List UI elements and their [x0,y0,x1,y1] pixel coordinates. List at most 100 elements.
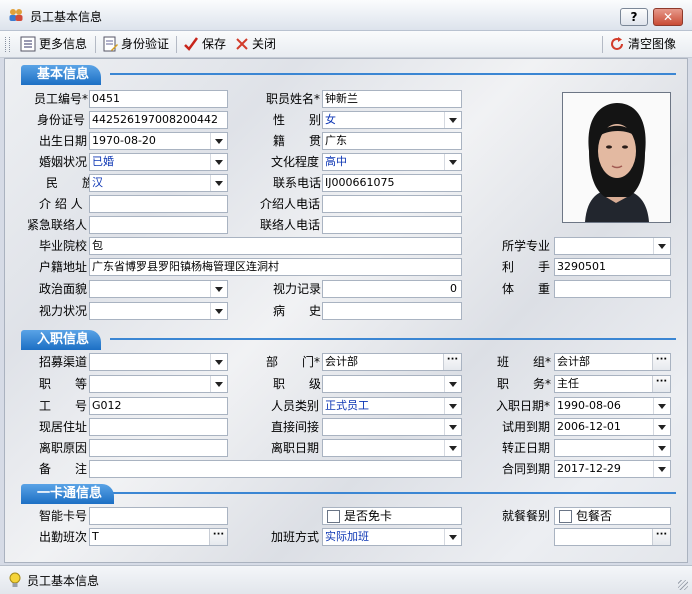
help-button[interactable]: ? [620,8,648,26]
school-field[interactable]: 包 [89,237,462,255]
chevron-down-icon[interactable] [444,440,461,456]
status-text: 员工基本信息 [27,574,100,588]
name-field[interactable]: 钟新兰 [322,90,462,108]
vision-status-select[interactable] [89,302,228,320]
position-field[interactable]: 主任 ··· [554,375,671,393]
chevron-down-icon[interactable] [444,154,461,170]
close-window-button[interactable]: ✕ [653,8,683,26]
birth-date-picker[interactable]: 1970-08-20 [89,132,228,150]
card-no-label: 智能卡号 [39,509,88,523]
browse-button[interactable]: ··· [652,376,670,392]
leave-reason-field[interactable] [89,439,228,457]
weight-field[interactable] [554,280,671,298]
close-button[interactable]: 关闭 [235,35,276,53]
browse-button[interactable]: ··· [652,354,670,370]
grade-select[interactable] [89,375,228,393]
meal-type-field[interactable]: ··· [554,528,671,546]
browse-button[interactable]: ··· [209,529,227,545]
probation-end-value: 2006-12-01 [557,420,621,433]
chevron-down-icon[interactable] [444,112,461,128]
refresh-icon [611,37,623,50]
work-no-field[interactable]: G012 [89,397,228,415]
phone-field[interactable]: IJ000661075 [322,174,462,192]
chevron-down-icon[interactable] [210,354,227,370]
chevron-down-icon[interactable] [210,376,227,392]
emergency-phone-label: 联络人电话 [260,218,321,232]
regular-date-picker[interactable] [554,439,671,457]
channel-select[interactable] [89,353,228,371]
marital-label: 婚姻状况 [39,155,88,169]
remark-field[interactable] [89,460,462,478]
native-field[interactable]: 广东 [322,132,462,150]
contract-end-picker[interactable]: 2017-12-29 [554,460,671,478]
chevron-down-icon[interactable] [653,398,670,414]
ethnic-value: 汉 [92,176,103,189]
staff-type-value: 正式员工 [325,399,369,412]
section-entry-tab: 入职信息 [21,330,102,350]
card-no-field[interactable] [89,507,228,525]
employee-photo[interactable] [562,92,671,223]
education-select[interactable]: 高中 [322,153,462,171]
browse-button[interactable]: ··· [443,354,461,370]
ethnic-select[interactable]: 汉 [89,174,228,192]
dept-label: 部 门* [266,355,321,369]
id-no-field[interactable]: 442526197008200442 [89,111,228,129]
chevron-down-icon[interactable] [210,133,227,149]
toolbar-separator [95,36,96,53]
toolbar: 更多信息 身份验证 保存 关闭 清空图像 [0,31,692,58]
overtime-select[interactable]: 实际加班 [322,528,462,546]
shift-field[interactable]: T ··· [89,528,228,546]
dept-field[interactable]: 会计部 ··· [322,353,462,371]
chevron-down-icon[interactable] [653,461,670,477]
exempt-checkbox[interactable] [327,510,340,523]
clear-image-button[interactable]: 清空图像 [609,35,676,53]
leave-date-picker[interactable] [322,439,462,457]
contract-end-label: 合同到期 [502,462,551,476]
introducer-field[interactable] [89,195,228,213]
chevron-down-icon[interactable] [653,419,670,435]
vision-record-field[interactable]: 0 [322,280,462,298]
chevron-down-icon[interactable] [210,281,227,297]
id-verify-label: 身份验证 [121,37,170,51]
team-field[interactable]: 会计部 ··· [554,353,671,371]
chevron-down-icon[interactable] [210,154,227,170]
toolbar-separator [602,36,603,53]
address-field[interactable] [89,418,228,436]
chevron-down-icon[interactable] [444,398,461,414]
direct-select[interactable] [322,418,462,436]
introducer-label: 介 绍 人 [39,197,83,211]
chevron-down-icon[interactable] [210,303,227,319]
resize-grip-icon[interactable] [678,580,688,590]
clear-image-label: 清空图像 [628,37,677,51]
medical-field[interactable] [322,302,462,320]
lightbulb-icon [9,572,21,587]
staff-type-select[interactable]: 正式员工 [322,397,462,415]
id-verify-button[interactable]: 身份验证 [102,35,169,53]
chevron-down-icon[interactable] [653,238,670,254]
emp-no-field[interactable]: 0451 [89,90,228,108]
chevron-down-icon[interactable] [444,419,461,435]
chevron-down-icon[interactable] [210,175,227,191]
more-info-button[interactable]: 更多信息 [20,35,87,53]
birth-label: 出生日期 [39,134,88,148]
join-date-picker[interactable]: 1990-08-06 [554,397,671,415]
chevron-down-icon[interactable] [653,440,670,456]
gender-value: 女 [325,113,336,126]
level-select[interactable] [322,375,462,393]
marital-select[interactable]: 已婚 [89,153,228,171]
emergency-field[interactable] [89,216,228,234]
chevron-down-icon[interactable] [444,529,461,545]
major-select[interactable] [554,237,671,255]
hukou-field[interactable]: 广东省博罗县罗阳镇杨梅管理区连洞村 [89,258,462,276]
staff-type-label: 人员类别 [271,399,320,413]
emergency-phone-field[interactable] [322,216,462,234]
gender-select[interactable]: 女 [322,111,462,129]
meal-inclusive-checkbox[interactable] [559,510,572,523]
probation-end-picker[interactable]: 2006-12-01 [554,418,671,436]
hand-field[interactable]: 3290501 [554,258,671,276]
introducer-phone-field[interactable] [322,195,462,213]
browse-button[interactable]: ··· [652,529,670,545]
chevron-down-icon[interactable] [444,376,461,392]
save-button[interactable]: 保存 [183,35,226,53]
political-select[interactable] [89,280,228,298]
